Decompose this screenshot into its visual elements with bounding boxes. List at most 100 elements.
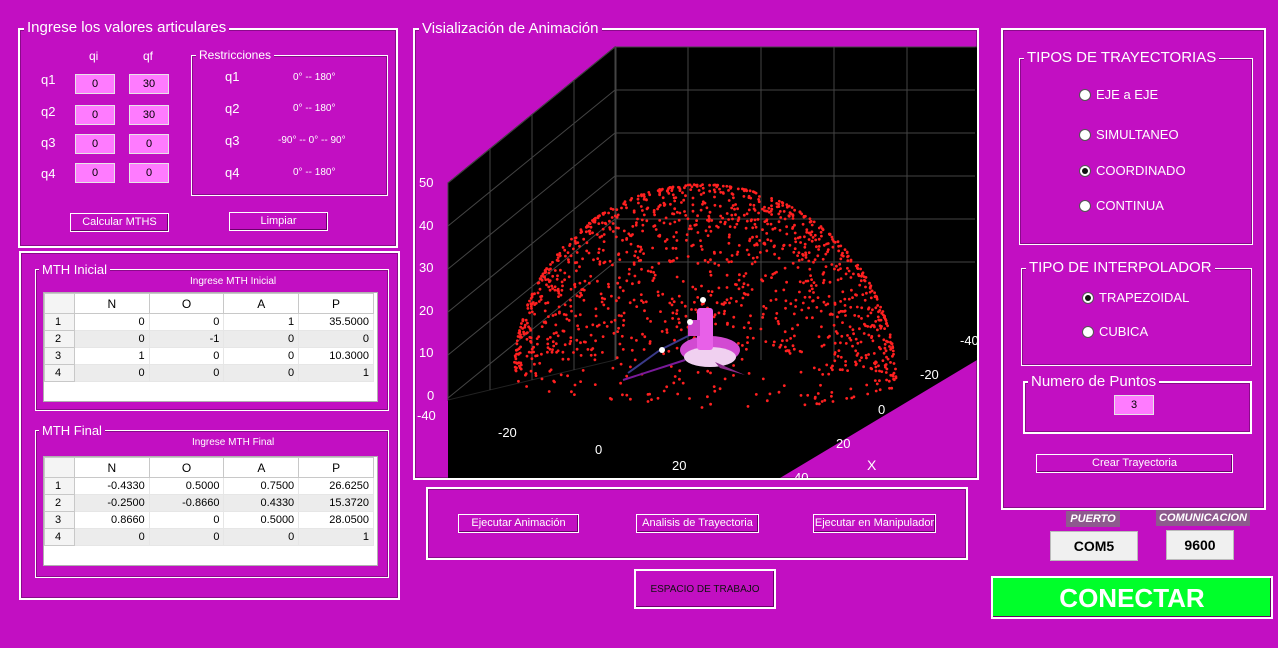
radio-coordinado[interactable]: COORDINADO [1079,163,1186,178]
radio-trapezoidal[interactable]: TRAPEZOIDAL [1082,290,1189,305]
row-header: 4 [44,528,75,546]
workspace-point [732,196,735,200]
table-cell[interactable]: 1 [73,347,150,365]
table-cell[interactable]: 0 [223,330,300,348]
connect-button[interactable]: CONECTAR [991,576,1273,619]
workspace-point [830,235,834,239]
column-header[interactable]: O [148,293,225,314]
table-cell[interactable]: -0.8660 [148,494,225,512]
workspace-point [525,337,529,341]
workspace-point [792,347,796,351]
communication-input[interactable]: 9600 [1166,530,1234,560]
workspace-point [575,347,579,351]
workspace-point [747,208,751,212]
table-cell[interactable]: -0.4330 [73,477,150,495]
q2-final-input[interactable]: 30 [129,105,169,125]
radio-simultaneo[interactable]: SIMULTANEO [1079,127,1179,142]
workspace-point [731,204,735,207]
workspace-point [775,312,779,315]
q3-final-input[interactable]: 0 [129,134,169,154]
workspace-point [727,199,731,202]
workspace-point [773,271,777,275]
workspace-point [741,285,745,289]
table-cell[interactable]: 0 [73,528,150,546]
workspace-point [717,263,721,267]
workspace-point [773,244,776,248]
table-cell[interactable]: 28.0500 [298,511,374,529]
table-cell[interactable]: -1 [148,330,225,348]
y-tick: -20 [498,425,517,440]
table-cell[interactable]: 0 [148,313,225,331]
column-header[interactable]: P [298,457,374,478]
workspace-point [524,318,528,322]
table-cell[interactable]: 1 [298,528,374,546]
column-header[interactable]: N [73,457,150,478]
workspace-point [804,214,807,218]
table-cell[interactable]: -0.2500 [73,494,150,512]
table-cell[interactable]: 0 [223,528,300,546]
z-tick: 40 [419,218,433,233]
run-animation-button[interactable]: Ejecutar Animación [458,514,579,533]
clear-button[interactable]: Limpiar [229,212,328,231]
column-header[interactable]: O [148,457,225,478]
run-manipulator-button[interactable]: Ejecutar en Manipulador [813,514,936,533]
workspace-point [793,334,796,338]
table-cell[interactable]: 0.7500 [223,477,300,495]
table-cell[interactable]: 35.5000 [298,313,374,331]
workspace-point [734,283,737,286]
radio-continua[interactable]: CONTINUA [1079,198,1164,213]
animation-3d-axes[interactable]: 50 40 30 20 10 0 -40 -20 0 20 -40 -20 0 … [415,30,977,478]
workspace-point [675,231,678,234]
column-header[interactable]: P [298,293,374,314]
table-cell[interactable]: 0 [148,511,225,529]
q2-initial-input[interactable]: 0 [75,105,115,125]
points-input[interactable]: 3 [1114,395,1154,415]
workspace-point [742,282,746,286]
workspace-point [758,195,761,198]
workspace-point [648,193,652,197]
workspace-point [754,225,758,229]
table-cell[interactable]: 0.5000 [223,511,300,529]
table-cell[interactable]: 1 [223,313,300,331]
workspace-point [839,257,843,261]
workspace-point [846,254,850,258]
column-header[interactable]: A [223,293,300,314]
calculate-mths-button[interactable]: Calcular MTHS [70,213,169,232]
table-cell[interactable]: 0 [148,347,225,365]
radio-eje-a-eje[interactable]: EJE a EJE [1079,87,1158,102]
table-cell[interactable]: 0 [73,330,150,348]
table-cell[interactable]: 10.3000 [298,347,374,365]
workspace-point [765,399,769,403]
column-header[interactable]: A [223,457,300,478]
column-header[interactable]: N [73,293,150,314]
workspace-button[interactable]: ESPACIO DE TRABAJO [634,569,776,609]
q4-final-input[interactable]: 0 [129,163,169,183]
workspace-point [735,222,739,226]
port-input[interactable]: COM5 [1050,531,1138,561]
table-cell[interactable]: 0 [223,364,300,382]
create-trajectory-button[interactable]: Crear Trayectoria [1036,454,1233,473]
table-cell[interactable]: 0 [73,313,150,331]
table-cell[interactable]: 0.5000 [148,477,225,495]
trajectory-analysis-button[interactable]: Analisis de Trayectoria [636,514,759,533]
table-cell[interactable]: 15.3720 [298,494,374,512]
table-cell[interactable]: 0 [298,330,374,348]
radio-cubica[interactable]: CUBICA [1082,324,1148,339]
q3-initial-input[interactable]: 0 [75,134,115,154]
table-cell[interactable]: 0 [148,528,225,546]
q1-initial-input[interactable]: 0 [75,74,115,94]
table-cell[interactable]: 0.8660 [73,511,150,529]
workspace-point [793,247,797,251]
table-cell[interactable]: 0 [73,364,150,382]
q1-final-input[interactable]: 30 [129,74,169,94]
table-cell[interactable]: 0.4330 [223,494,300,512]
q4-initial-input[interactable]: 0 [75,163,115,183]
workspace-point [843,304,847,307]
workspace-point [844,272,848,276]
table-cell[interactable]: 1 [298,364,374,382]
workspace-point [827,372,831,376]
table-cell[interactable]: 26.6250 [298,477,374,495]
workspace-point [602,240,606,244]
table-cell[interactable]: 0 [223,347,300,365]
table-cell[interactable]: 0 [148,364,225,382]
